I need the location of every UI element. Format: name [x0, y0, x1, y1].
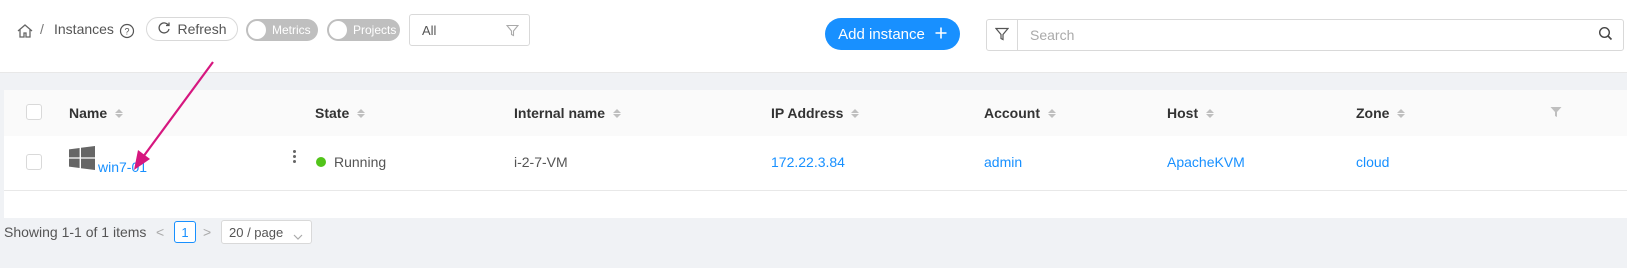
page-size-value: 20 / page: [229, 224, 284, 240]
column-label: Account: [984, 105, 1040, 121]
state-value: Running: [334, 154, 387, 170]
filter-select[interactable]: All: [409, 14, 530, 46]
column-label: Zone: [1356, 105, 1390, 121]
sort-icon: [1048, 108, 1056, 118]
metrics-label: Metrics: [272, 23, 311, 37]
page-size-select[interactable]: 20 / page: [221, 220, 312, 244]
row-checkbox[interactable]: [26, 154, 42, 170]
row-actions-menu-icon[interactable]: [290, 150, 298, 166]
page-number-button[interactable]: 1: [174, 221, 196, 243]
sort-icon: [115, 108, 124, 118]
instances-table: Name State Internal name IP Address Acco…: [4, 90, 1627, 218]
sort-icon: [851, 108, 860, 118]
metrics-toggle[interactable]: Metrics: [246, 19, 318, 41]
windows-icon: [69, 146, 95, 173]
chevron-down-icon: [293, 229, 303, 244]
pagination-summary: Showing 1-1 of 1 items: [4, 224, 147, 240]
column-header-zone[interactable]: Zone: [1356, 105, 1406, 121]
table-header: Name State Internal name IP Address Acco…: [4, 90, 1627, 137]
column-header-name[interactable]: Name: [69, 105, 124, 121]
sort-icon: [613, 108, 622, 118]
column-header-ip-address[interactable]: IP Address: [771, 105, 860, 121]
column-label: Host: [1167, 105, 1199, 121]
table-row[interactable]: win7-01 Running i-2-7-VM 172.22.3.84 adm…: [4, 136, 1627, 191]
svg-text:?: ?: [124, 27, 129, 37]
funnel-icon: [505, 24, 520, 40]
sort-icon: [1206, 108, 1215, 118]
ip-address-link[interactable]: 172.22.3.84: [771, 154, 845, 170]
column-label: State: [315, 105, 350, 121]
add-instance-button[interactable]: Add instance: [825, 18, 960, 50]
search-box: [1017, 19, 1624, 51]
toggle-knob: [248, 21, 266, 39]
column-header-internal-name[interactable]: Internal name: [514, 105, 622, 121]
sort-icon: [357, 108, 366, 118]
projects-label: Projects: [353, 23, 397, 37]
reload-icon: [157, 21, 171, 38]
internal-name-cell: i-2-7-VM: [514, 154, 568, 170]
home-icon[interactable]: [16, 22, 34, 40]
search-input[interactable]: [1018, 26, 1598, 44]
column-label: IP Address: [771, 105, 844, 121]
column-header-account[interactable]: Account: [984, 105, 1056, 121]
add-instance-label: Add instance: [838, 25, 925, 43]
column-filter-icon[interactable]: [1550, 105, 1562, 121]
projects-toggle[interactable]: Projects: [327, 19, 400, 41]
running-status-icon: [316, 157, 326, 168]
column-label: Internal name: [514, 105, 606, 121]
funnel-icon: [994, 27, 1010, 44]
question-circle-icon[interactable]: ?: [119, 23, 135, 39]
plus-icon: [935, 26, 947, 43]
next-page-button[interactable]: >: [203, 224, 211, 240]
refresh-button[interactable]: Refresh: [146, 17, 238, 41]
sort-icon: [1397, 108, 1406, 118]
page-header: / Instances ? Refresh Metrics Projects A…: [0, 0, 1627, 73]
column-header-host[interactable]: Host: [1167, 105, 1215, 121]
page-title: Instances: [54, 21, 114, 37]
zone-link[interactable]: cloud: [1356, 154, 1389, 170]
search-filter-button[interactable]: [986, 19, 1018, 51]
prev-page-button[interactable]: <: [156, 224, 164, 240]
instance-name-link[interactable]: win7-01: [98, 159, 147, 175]
state-cell: Running: [316, 154, 386, 170]
filter-value: All: [422, 22, 437, 38]
breadcrumb-separator: /: [40, 21, 44, 37]
column-header-state[interactable]: State: [315, 105, 366, 121]
toggle-knob: [329, 21, 347, 39]
column-label: Name: [69, 105, 108, 121]
refresh-label: Refresh: [177, 21, 227, 37]
host-link[interactable]: ApacheKVM: [1167, 154, 1245, 170]
search-icon[interactable]: [1598, 26, 1613, 44]
account-link[interactable]: admin: [984, 154, 1022, 170]
select-all-checkbox[interactable]: [26, 104, 42, 120]
